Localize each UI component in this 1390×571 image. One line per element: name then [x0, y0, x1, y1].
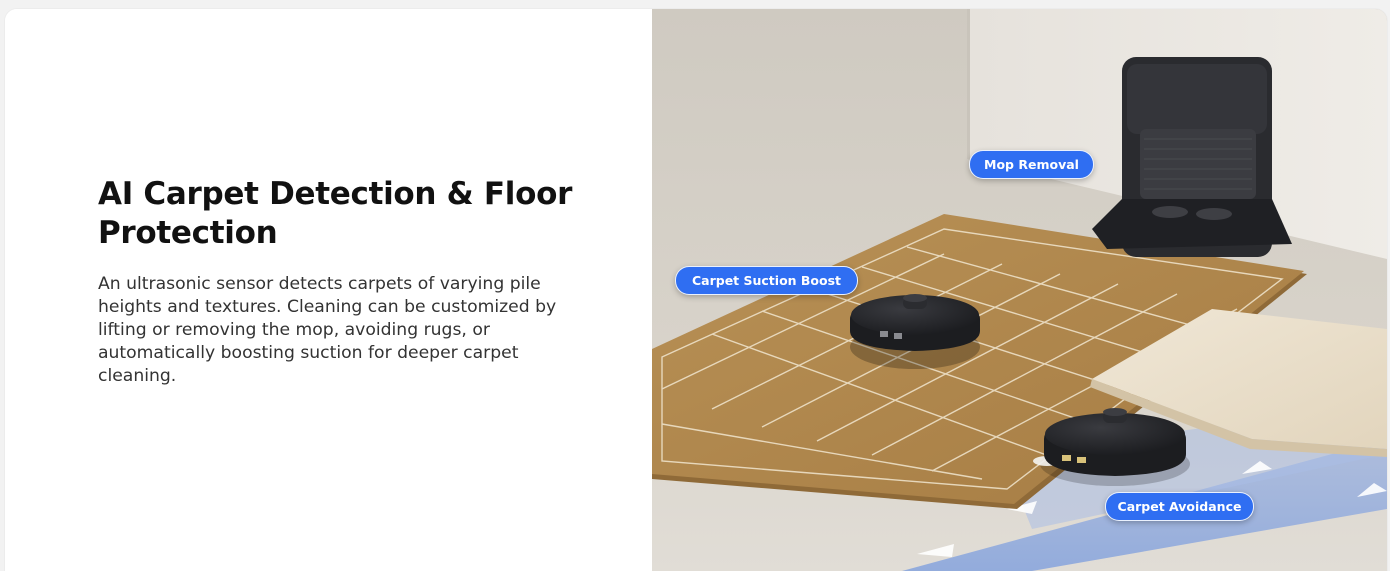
- feature-card: AI Carpet Detection & Floor Protection A…: [5, 9, 1387, 571]
- base-station: [1092, 57, 1292, 257]
- mop-removal-callout: Mop Removal: [969, 150, 1094, 179]
- carpet-avoidance-callout: Carpet Avoidance: [1105, 492, 1254, 521]
- feature-description: An ultrasonic sensor detects carpets of …: [98, 274, 557, 386]
- feature-text-panel: AI Carpet Detection & Floor Protection A…: [5, 9, 652, 571]
- product-scene-image: Mop Removal Carpet Suction Boost Carpet …: [652, 9, 1387, 571]
- robot-vacuum-carpet: [850, 294, 980, 369]
- carpet-suction-boost-callout: Carpet Suction Boost: [675, 266, 858, 295]
- feature-title: AI Carpet Detection & Floor Protection: [98, 176, 573, 251]
